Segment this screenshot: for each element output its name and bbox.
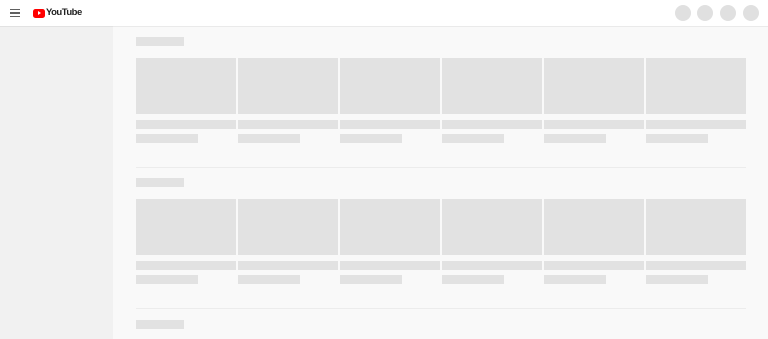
video-title-placeholder xyxy=(646,261,746,270)
video-thumbnail-placeholder[interactable] xyxy=(442,199,542,255)
video-meta-placeholder xyxy=(136,275,198,284)
video-meta-placeholder xyxy=(340,134,402,143)
play-logo-icon xyxy=(33,8,45,18)
logo-text: YouTube xyxy=(46,7,82,18)
video-thumbnail-placeholder[interactable] xyxy=(544,199,644,255)
video-title-placeholder xyxy=(442,261,542,270)
video-title-placeholder xyxy=(340,261,440,270)
video-thumbnail-placeholder[interactable] xyxy=(646,58,746,114)
video-thumbnail-placeholder[interactable] xyxy=(136,199,236,255)
hamburger-menu-icon[interactable] xyxy=(6,4,24,22)
section-title-placeholder xyxy=(136,320,184,329)
video-thumbnail-placeholder[interactable] xyxy=(340,199,440,255)
video-meta-placeholder xyxy=(544,134,606,143)
top-bar: YouTube xyxy=(0,0,768,26)
section-divider xyxy=(136,167,746,168)
video-thumbnail-placeholder[interactable] xyxy=(544,58,644,114)
video-thumbnail-placeholder[interactable] xyxy=(136,58,236,114)
video-thumbnail-placeholder[interactable] xyxy=(442,58,542,114)
video-thumbnail-placeholder[interactable] xyxy=(238,199,338,255)
youtube-logo[interactable]: YouTube xyxy=(33,7,82,19)
video-meta-placeholder xyxy=(238,275,300,284)
video-meta-placeholder xyxy=(442,275,504,284)
header-button-placeholder-3[interactable] xyxy=(720,5,736,21)
video-title-placeholder xyxy=(136,261,236,270)
section-title-placeholder xyxy=(136,178,184,187)
video-thumbnail-placeholder[interactable] xyxy=(340,58,440,114)
video-title-placeholder xyxy=(544,261,644,270)
section-title-placeholder xyxy=(136,37,184,46)
avatar-placeholder[interactable] xyxy=(743,5,759,21)
video-meta-placeholder xyxy=(646,134,708,143)
video-meta-placeholder xyxy=(136,134,198,143)
sidebar xyxy=(0,26,113,339)
main-content xyxy=(113,26,768,339)
video-thumbnail-placeholder[interactable] xyxy=(646,199,746,255)
video-title-placeholder xyxy=(544,120,644,129)
section-divider xyxy=(136,308,746,309)
header-button-placeholder-1[interactable] xyxy=(675,5,691,21)
video-title-placeholder xyxy=(442,120,542,129)
video-title-placeholder xyxy=(646,120,746,129)
video-title-placeholder xyxy=(238,120,338,129)
video-title-placeholder xyxy=(136,120,236,129)
video-meta-placeholder xyxy=(340,275,402,284)
video-meta-placeholder xyxy=(238,134,300,143)
video-title-placeholder xyxy=(238,261,338,270)
video-thumbnail-placeholder[interactable] xyxy=(238,58,338,114)
video-meta-placeholder xyxy=(544,275,606,284)
header-button-placeholder-2[interactable] xyxy=(697,5,713,21)
video-meta-placeholder xyxy=(646,275,708,284)
video-title-placeholder xyxy=(340,120,440,129)
video-meta-placeholder xyxy=(442,134,504,143)
